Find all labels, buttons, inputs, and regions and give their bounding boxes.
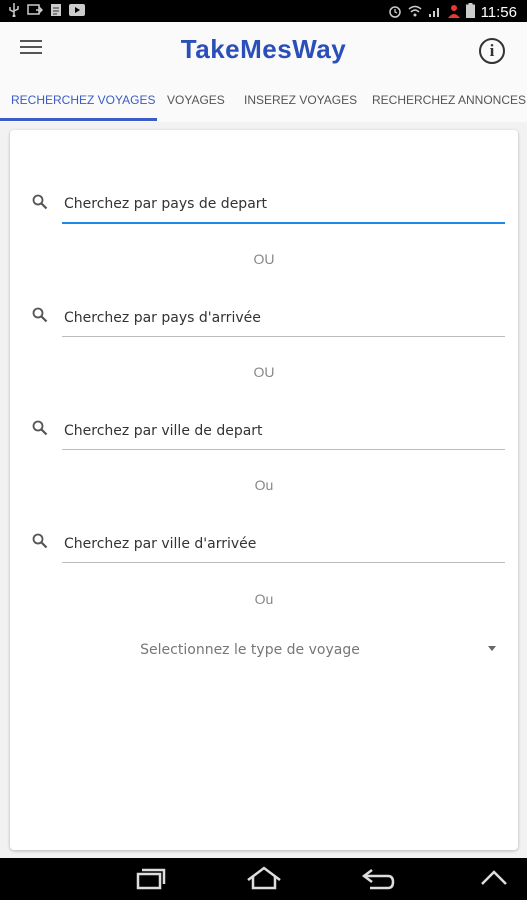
search-card: OU OU Ou Ou Selectionnez le type de voya… — [10, 130, 518, 850]
search-icon — [32, 307, 48, 323]
tab-recherchez-annonces[interactable]: RECHERCHEZ ANNONCES — [372, 93, 526, 107]
screen-mirror-icon — [27, 3, 44, 21]
trip-type-select[interactable]: Selectionnez le type de voyage — [10, 640, 518, 664]
tab-bar: RECHERCHEZ VOYAGES VOYAGES INSEREZ VOYAG… — [0, 80, 527, 122]
usb-icon — [8, 3, 20, 21]
account-icon — [447, 4, 460, 22]
status-time: 11:56 — [480, 4, 517, 21]
app-title: TakeMesWay — [180, 34, 347, 64]
battery-icon — [465, 3, 475, 22]
separator-or: Ou — [254, 477, 274, 493]
status-bar: 11:56 — [0, 0, 527, 22]
info-button[interactable]: i — [479, 38, 505, 64]
recents-icon[interactable] — [130, 866, 170, 892]
separator-or: OU — [253, 364, 275, 380]
arrival-country-input[interactable] — [62, 299, 505, 337]
tab-recherchez-voyages[interactable]: RECHERCHEZ VOYAGES — [11, 93, 155, 107]
departure-city-input[interactable] — [62, 412, 505, 450]
trip-type-select-value: Selectionnez le type de voyage — [140, 642, 360, 658]
arrival-country-field — [32, 299, 505, 339]
home-icon[interactable] — [244, 866, 284, 892]
departure-country-field — [32, 186, 505, 226]
signal-icon — [428, 4, 442, 22]
app-bar: TakeMesWay i — [0, 22, 527, 80]
system-nav-bar — [0, 858, 527, 900]
separator-or: OU — [253, 251, 275, 267]
arrival-city-input[interactable] — [62, 525, 505, 563]
search-icon — [32, 194, 48, 210]
alarm-icon — [388, 4, 402, 22]
status-notifications — [8, 3, 85, 21]
tab-inserez-voyages[interactable]: INSEREZ VOYAGES — [244, 93, 357, 107]
separator-or: Ou — [254, 591, 274, 607]
arrival-city-field — [32, 525, 505, 565]
file-icon — [50, 3, 62, 21]
video-icon — [69, 4, 85, 20]
back-icon[interactable] — [358, 866, 398, 892]
wifi-icon — [408, 4, 422, 22]
up-icon[interactable] — [474, 866, 514, 892]
search-icon — [32, 420, 48, 436]
departure-city-field — [32, 412, 505, 452]
tab-voyages[interactable]: VOYAGES — [167, 93, 225, 107]
dropdown-arrow-icon — [488, 646, 496, 651]
status-system: 11:56 — [388, 3, 517, 22]
departure-country-input[interactable] — [62, 186, 505, 224]
search-icon — [32, 533, 48, 549]
tab-indicator — [0, 118, 157, 121]
